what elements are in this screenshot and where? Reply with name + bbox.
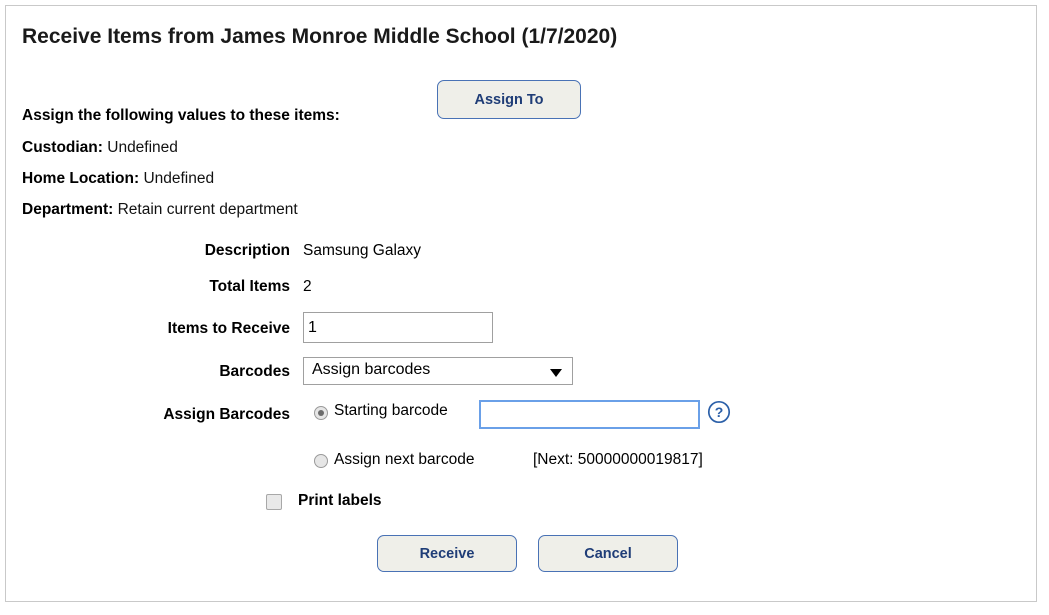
assign-next-barcode-label: Assign next barcode (334, 451, 475, 468)
radio-starting-barcode[interactable] (314, 406, 328, 420)
chevron-down-icon (550, 369, 562, 377)
print-labels-checkbox[interactable] (266, 494, 282, 510)
svg-text:?: ? (715, 404, 724, 420)
radio-assign-next-barcode[interactable] (314, 454, 328, 468)
receive-items-page: Receive Items from James Monroe Middle S… (5, 5, 1037, 602)
print-labels-label: Print labels (298, 492, 382, 509)
description-value: Samsung Galaxy (303, 242, 422, 259)
description-label: Description (204, 242, 290, 259)
department-row: Department: Retain current department (22, 201, 298, 219)
barcodes-label: Barcodes (219, 363, 290, 380)
assign-barcodes-label: Assign Barcodes (163, 406, 290, 423)
home-location-value: Undefined (143, 170, 215, 187)
department-value: Retain current department (117, 201, 298, 218)
barcodes-select[interactable]: Assign barcodes (303, 357, 573, 385)
page-title: Receive Items from James Monroe Middle S… (22, 25, 618, 48)
items-to-receive-label: Items to Receive (167, 320, 290, 337)
assign-values-heading: Assign the following values to these ite… (22, 107, 340, 124)
cancel-button[interactable]: Cancel (538, 535, 678, 572)
help-question-icon[interactable]: ? (707, 400, 731, 424)
starting-barcode-input[interactable] (479, 400, 700, 429)
barcodes-selected-value: Assign barcodes (312, 361, 431, 378)
items-to-receive-input[interactable] (303, 312, 493, 343)
custodian-label: Custodian: (22, 139, 103, 156)
custodian-row: Custodian: Undefined (22, 139, 178, 157)
total-items-value: 2 (303, 278, 312, 295)
custodian-value: Undefined (107, 139, 178, 156)
home-location-label: Home Location: (22, 170, 140, 187)
assign-to-button[interactable]: Assign To (437, 80, 581, 119)
department-label: Department: (22, 201, 114, 218)
home-location-row: Home Location: Undefined (22, 170, 214, 188)
total-items-label: Total Items (209, 278, 290, 295)
next-barcode-hint: [Next: 50000000019817] (533, 451, 703, 468)
receive-button[interactable]: Receive (377, 535, 517, 572)
starting-barcode-label: Starting barcode (334, 402, 448, 419)
